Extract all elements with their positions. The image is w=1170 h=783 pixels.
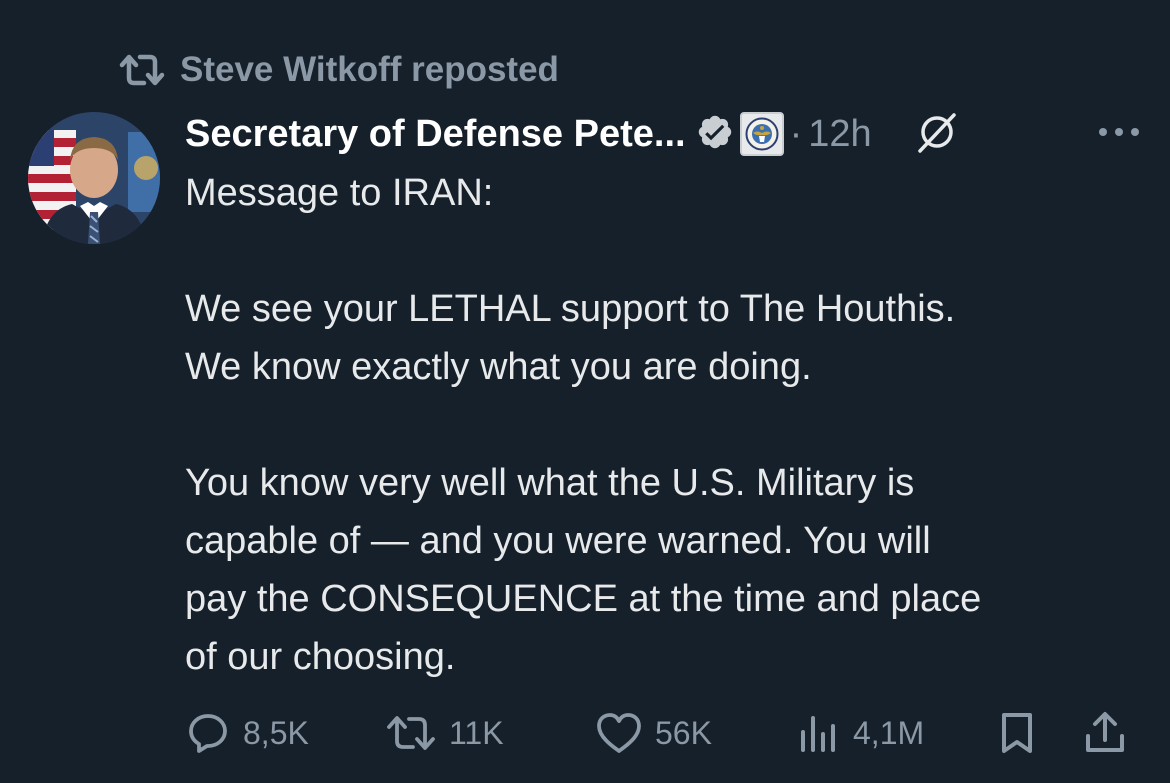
reply-icon	[185, 710, 231, 756]
views-button[interactable]: 4,1M	[797, 705, 924, 761]
verified-badge-icon[interactable]	[696, 113, 734, 156]
tweet-timestamp[interactable]: 12h	[808, 113, 871, 156]
tweet[interactable]: Steve Witkoff reposted Secretary of Defe…	[0, 0, 1170, 783]
tweet-text: Message to IRAN: We see your LETHAL supp…	[185, 164, 1145, 686]
bookmark-button[interactable]	[997, 705, 1037, 761]
text-line: You know very well what the U.S. Militar…	[185, 462, 915, 504]
tweet-header: Secretary of Defense Pete... · 12h	[185, 104, 1140, 164]
author-name[interactable]: Secretary of Defense Pete...	[185, 113, 686, 156]
more-options-icon[interactable]	[1098, 125, 1140, 143]
text-line: of our choosing.	[185, 636, 456, 678]
share-icon	[1083, 710, 1127, 756]
heart-icon	[595, 711, 643, 755]
text-line: We know exactly what you are doing.	[185, 346, 812, 388]
action-bar: 8,5K 11K 56K 4,1M	[185, 705, 1136, 761]
separator-dot: ·	[789, 112, 803, 155]
repost-icon	[385, 713, 437, 753]
repost-button[interactable]: 11K	[385, 705, 504, 761]
like-button[interactable]: 56K	[595, 705, 712, 761]
text-line: pay the CONSEQUENCE at the time and plac…	[185, 578, 982, 620]
like-count: 56K	[655, 714, 712, 751]
repost-label: Steve Witkoff reposted	[180, 50, 559, 89]
text-line: capable of — and you were warned. You wi…	[185, 520, 931, 562]
reply-count: 8,5K	[243, 714, 309, 751]
views-count: 4,1M	[853, 714, 925, 751]
repost-count: 11K	[449, 714, 504, 751]
text-line: Message to IRAN:	[185, 172, 494, 214]
share-button[interactable]	[1083, 705, 1127, 761]
reply-button[interactable]: 8,5K	[185, 705, 309, 761]
views-chart-icon	[797, 712, 841, 754]
repost-context[interactable]: Steve Witkoff reposted	[118, 48, 559, 92]
repost-icon	[118, 52, 166, 88]
text-line: We see your LETHAL support to The Houthi…	[185, 288, 956, 330]
grok-icon[interactable]	[914, 109, 960, 160]
avatar[interactable]	[28, 112, 160, 244]
bookmark-icon	[997, 710, 1037, 756]
department-of-defense-seal-icon[interactable]	[739, 112, 784, 156]
